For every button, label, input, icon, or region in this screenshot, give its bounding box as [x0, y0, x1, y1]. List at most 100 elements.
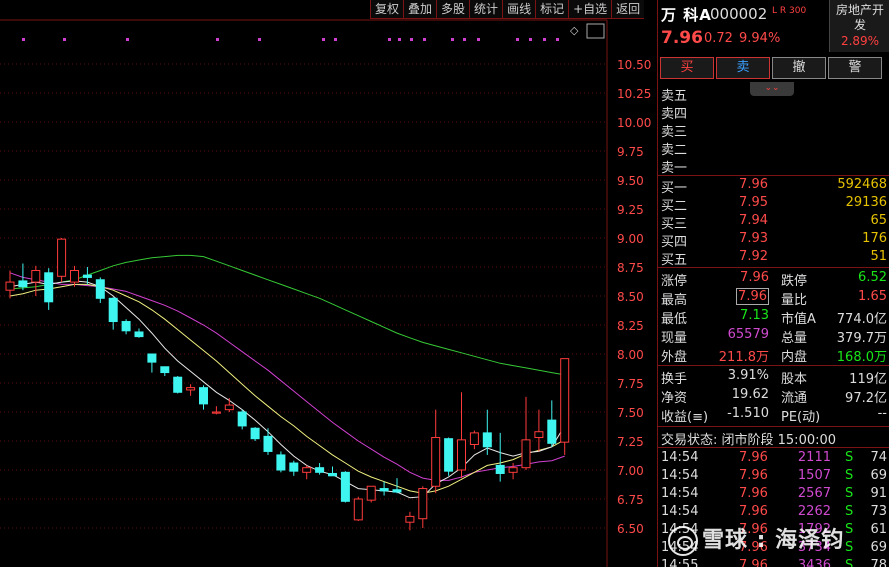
current-volume-label: 现量: [661, 331, 688, 346]
volume-ratio-value: 1.65: [858, 289, 887, 304]
y-tick-label: 7.75: [617, 377, 644, 391]
toolbar-multi-stock-button[interactable]: 多股: [436, 0, 470, 19]
ask-row: 卖四: [661, 103, 887, 122]
volume-ratio-label: 量比: [781, 293, 808, 308]
candle-body: [379, 488, 389, 492]
marker-dot: [322, 38, 325, 41]
last-price: 7.96: [661, 28, 703, 48]
marker-dot: [516, 38, 519, 41]
tick-price: 7.96: [739, 486, 768, 501]
toolbar-back-button[interactable]: 返回: [611, 0, 645, 19]
price-change-pct: 9.94%: [739, 31, 781, 46]
marker-dot: [22, 38, 25, 41]
diamond-icon: ◇: [570, 24, 579, 37]
eps-label: 收益(≡): [661, 410, 709, 425]
quote-row: 现量 65579 总量 379.7万: [661, 327, 887, 346]
trading-status: 交易状态: 闭市阶段 15:00:00: [661, 433, 837, 448]
candle-body: [482, 432, 492, 448]
sector-change-pct: 2.89%: [840, 34, 880, 48]
quote-row: 涨停 7.96 跌停 6.52: [661, 270, 887, 289]
high-value: 7.96: [736, 288, 769, 305]
candle-body: [57, 238, 67, 277]
candle-body: [199, 387, 208, 405]
candle-body: [121, 321, 131, 332]
candle-body: [186, 387, 196, 391]
ma-white-line: [9, 280, 566, 499]
outer-volume-label: 外盘: [661, 350, 688, 365]
toolbar-stats-button[interactable]: 统计: [469, 0, 503, 19]
sector-box[interactable]: 房地产开发 2.89%: [829, 0, 889, 52]
divider: [658, 267, 889, 268]
tick-count: 61: [870, 522, 887, 537]
quote-row: 换手 3.91% 股本 119亿: [661, 368, 887, 387]
divider: [658, 175, 889, 176]
marker-dot: [216, 38, 219, 41]
eps-value: -1.510: [727, 406, 769, 421]
tick-side: S: [845, 504, 854, 519]
bid-label: 买四: [661, 235, 688, 250]
tick-side: S: [845, 450, 854, 465]
y-tick-label: 7.25: [617, 435, 644, 449]
watermark: 雪球 : 海泽钧: [668, 522, 844, 556]
bid-row: 买三 7.94 65: [661, 213, 887, 232]
candle-body: [134, 331, 144, 338]
candle-body: [82, 274, 92, 278]
toolbar-overlay-button[interactable]: 叠加: [403, 0, 437, 19]
y-tick-label: 6.75: [617, 493, 644, 507]
bid-price: 7.93: [739, 231, 768, 246]
bid-price: 7.92: [739, 249, 768, 264]
turnover-label: 换手: [661, 372, 688, 387]
tick-time: 14:55: [661, 558, 699, 567]
marker-dot: [388, 38, 391, 41]
candle-body: [405, 515, 415, 523]
toolbar-add-watchlist-button[interactable]: +自选: [568, 0, 612, 19]
bid-label: 买二: [661, 199, 688, 214]
tick-volume: 2567: [797, 486, 831, 501]
pe-value: --: [877, 406, 887, 421]
ask-label: 卖三: [661, 125, 688, 140]
bid-price: 7.95: [739, 195, 768, 210]
tick-row: 14:54 7.96 2111 S 74: [661, 450, 887, 468]
cancel-order-button[interactable]: 撤: [772, 57, 826, 79]
tick-time: 14:54: [661, 486, 699, 501]
tick-volume: 3436: [797, 558, 831, 567]
bid-label: 买三: [661, 217, 688, 232]
tick-volume: 1507: [797, 468, 831, 483]
ask-label: 卖二: [661, 143, 688, 158]
y-tick-label: 8.00: [617, 348, 644, 362]
toolbar-mark-button[interactable]: 标记: [535, 0, 569, 19]
candle-body: [560, 358, 570, 443]
tick-time: 14:54: [661, 504, 699, 519]
high-value-wrap: 7.96: [713, 288, 769, 305]
marker-dot: [423, 38, 426, 41]
candle-body: [237, 411, 247, 427]
divider: [658, 365, 889, 366]
bid-row: 买一 7.96 592468: [661, 177, 887, 196]
sell-button[interactable]: 卖: [716, 57, 770, 79]
kline-chart[interactable]: 10.50 10.25 10.00 9.75 9.50 9.25 9.00 8.75 8.50 8…: [0, 0, 657, 567]
market-cap-a-label: 市值A: [781, 312, 816, 327]
candle-body: [224, 404, 234, 411]
ma-purple-line: [9, 272, 565, 481]
buy-button[interactable]: 买: [660, 57, 714, 79]
bid-row: 买四 7.93 176: [661, 231, 887, 250]
stock-code: 000002: [710, 5, 768, 23]
quote-row: 最高 7.96 量比 1.65: [661, 288, 887, 308]
divider: [658, 426, 889, 427]
marker-dot: [477, 38, 480, 41]
limit-up-label: 涨停: [661, 274, 688, 289]
net-asset-label: 净资: [661, 391, 688, 406]
y-tick-label: 9.50: [617, 174, 644, 188]
total-volume-label: 总量: [781, 331, 808, 346]
y-tick-label: 9.00: [617, 232, 644, 246]
alert-button[interactable]: 警: [828, 57, 882, 79]
bid-price: 7.94: [739, 213, 768, 228]
share-capital-value: 119亿: [849, 372, 887, 387]
tick-count: 74: [870, 450, 887, 465]
toolbar-restore-rights-button[interactable]: 复权: [370, 0, 404, 19]
toolbar-draw-line-button[interactable]: 画线: [502, 0, 536, 19]
marker-dot: [529, 38, 532, 41]
high-label: 最高: [661, 293, 688, 308]
candle-body: [289, 462, 299, 472]
candle-body: [70, 269, 79, 283]
